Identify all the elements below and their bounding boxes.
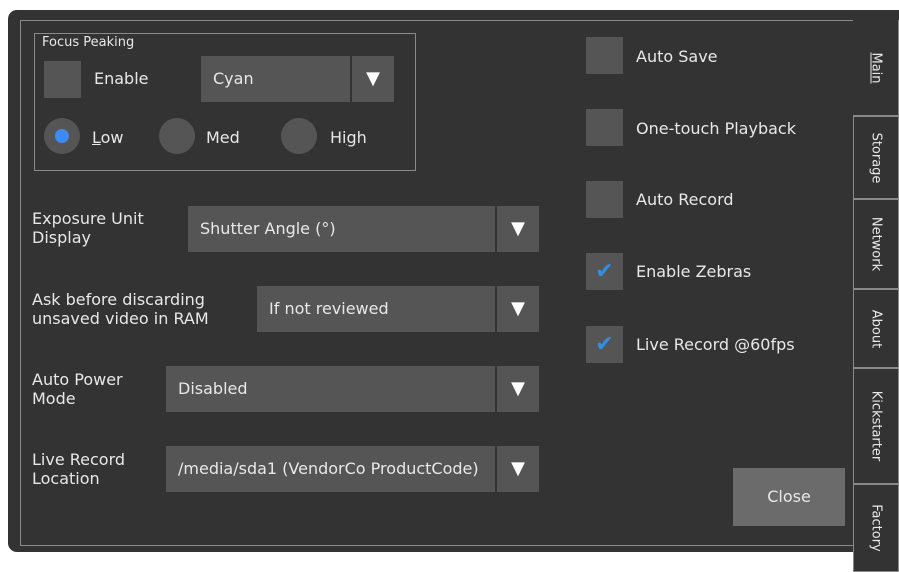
chevron-down-icon: ▼ <box>350 56 394 102</box>
focus-peaking-title: Focus Peaking <box>40 35 137 51</box>
chevron-down-icon: ▼ <box>495 286 539 332</box>
focus-peaking-color-value: Cyan <box>213 69 254 88</box>
auto-power-value: Disabled <box>178 379 248 398</box>
chevron-down-icon: ▼ <box>495 206 539 252</box>
radio-low-label: Low <box>92 128 124 147</box>
live-record-location-label: Live Record Location <box>32 450 125 488</box>
radio-low-mnemonic: L <box>92 128 101 147</box>
discard-prompt-label: Ask before discarding unsaved video in R… <box>32 290 209 328</box>
live-record-60fps-checkbox[interactable]: ✔ <box>586 326 623 363</box>
one-touch-playback-label: One-touch Playback <box>636 119 796 138</box>
discard-prompt-select[interactable]: If not reviewed ▼ <box>257 286 539 332</box>
discard-prompt-label-line1: Ask before discarding <box>32 290 205 309</box>
discard-prompt-label-line2: unsaved video in RAM <box>32 309 209 328</box>
auto-power-label-line1: Auto Power <box>32 370 123 389</box>
radio-selected-dot <box>55 129 69 143</box>
auto-power-select[interactable]: Disabled ▼ <box>166 366 539 412</box>
close-button[interactable]: Close <box>733 468 845 526</box>
exposure-unit-select[interactable]: Shutter Angle (°) ▼ <box>188 206 539 252</box>
radio-high-mnemonic: g <box>346 128 357 147</box>
auto-save-label: Auto Save <box>636 47 718 66</box>
auto-power-label-line2: Mode <box>32 389 76 408</box>
exposure-unit-label-line1: Exposure Unit <box>32 209 144 228</box>
auto-power-label: Auto Power Mode <box>32 370 123 408</box>
radio-med-label: Med <box>206 128 240 147</box>
live-record-location-value: /media/sda1 (VendorCo ProductCode) <box>178 459 479 478</box>
tab-main[interactable]: Main <box>853 20 899 116</box>
radio-high-text-end: h <box>356 128 367 147</box>
tab-storage-label: Storage <box>868 132 884 183</box>
live-record-location-select[interactable]: /media/sda1 (VendorCo ProductCode) ▼ <box>166 446 539 492</box>
tab-factory[interactable]: Factory <box>853 484 899 572</box>
live-record-location-label-line1: Live Record <box>32 450 126 469</box>
tab-main-label: Main <box>868 51 883 84</box>
radio-high[interactable] <box>281 118 317 154</box>
focus-peaking-group <box>34 33 416 171</box>
tab-kickstarter[interactable]: Kickstarter <box>853 368 899 484</box>
checkmark-icon: ✔ <box>595 332 614 357</box>
auto-save-checkbox[interactable] <box>586 37 623 74</box>
tab-network-label: Network <box>868 216 884 272</box>
radio-low[interactable] <box>44 118 80 154</box>
enable-zebras-label: Enable Zebras <box>636 262 752 281</box>
chevron-down-icon: ▼ <box>495 366 539 412</box>
focus-peaking-enable-label: Enable <box>94 69 149 88</box>
settings-tabs: Main Storage Network About Kickstarter F… <box>853 20 899 572</box>
tab-kickstarter-label: Kickstarter <box>868 390 884 462</box>
tab-network[interactable]: Network <box>853 199 899 289</box>
live-record-location-label-line2: Location <box>32 469 100 488</box>
auto-record-checkbox[interactable] <box>586 181 623 218</box>
radio-low-text: ow <box>100 128 124 147</box>
tab-storage[interactable]: Storage <box>853 116 899 199</box>
exposure-unit-label: Exposure Unit Display <box>32 209 144 247</box>
tab-about-label: About <box>868 309 884 348</box>
radio-high-label: High <box>330 128 367 147</box>
one-touch-playback-checkbox[interactable] <box>586 109 623 146</box>
enable-zebras-checkbox[interactable]: ✔ <box>586 253 623 290</box>
exposure-unit-label-line2: Display <box>32 228 91 247</box>
auto-record-label: Auto Record <box>636 190 734 209</box>
focus-peaking-color-select[interactable]: Cyan ▼ <box>201 56 394 102</box>
discard-prompt-value: If not reviewed <box>269 299 389 318</box>
focus-peaking-enable-checkbox[interactable] <box>44 61 81 98</box>
exposure-unit-value: Shutter Angle (°) <box>200 219 336 238</box>
tab-about[interactable]: About <box>853 289 899 368</box>
checkmark-icon: ✔ <box>595 259 614 284</box>
radio-med[interactable] <box>159 118 195 154</box>
radio-high-text-start: Hi <box>330 128 347 147</box>
tab-factory-label: Factory <box>868 504 884 552</box>
chevron-down-icon: ▼ <box>495 446 539 492</box>
live-record-60fps-label: Live Record @60fps <box>636 335 795 354</box>
